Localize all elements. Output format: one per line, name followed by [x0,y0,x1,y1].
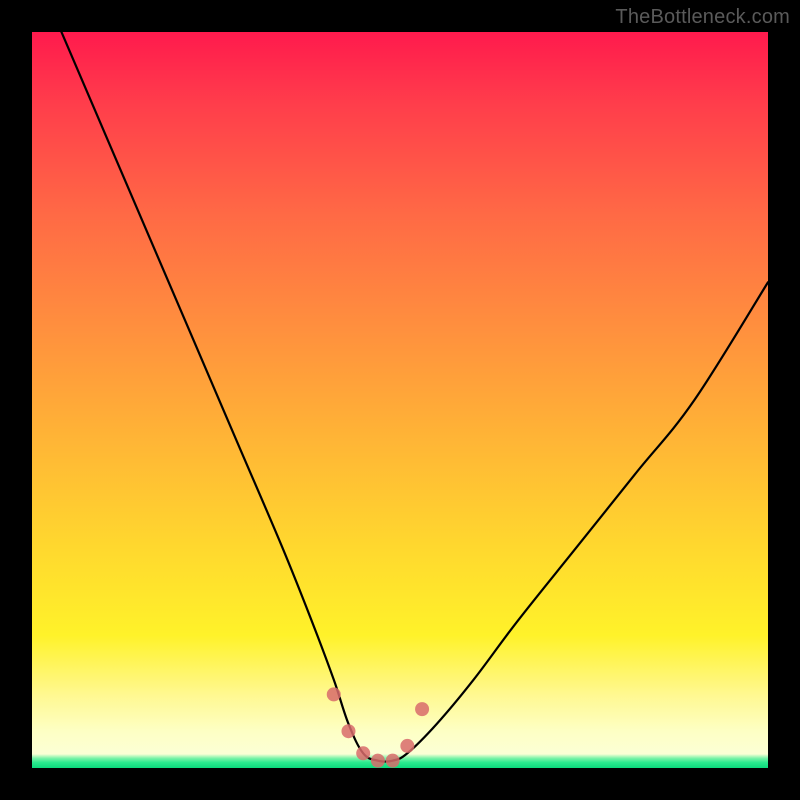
trough-marker [356,746,370,760]
trough-marker [341,724,355,738]
plot-area [32,32,768,768]
trough-marker [386,754,400,768]
bottleneck-curve-svg [32,32,768,768]
trough-markers [327,687,429,767]
chart-frame: TheBottleneck.com [0,0,800,800]
trough-marker [327,687,341,701]
watermark-text: TheBottleneck.com [615,6,790,29]
trough-marker [400,739,414,753]
bottleneck-curve-path [61,32,768,762]
trough-marker [415,702,429,716]
trough-marker [371,754,385,768]
